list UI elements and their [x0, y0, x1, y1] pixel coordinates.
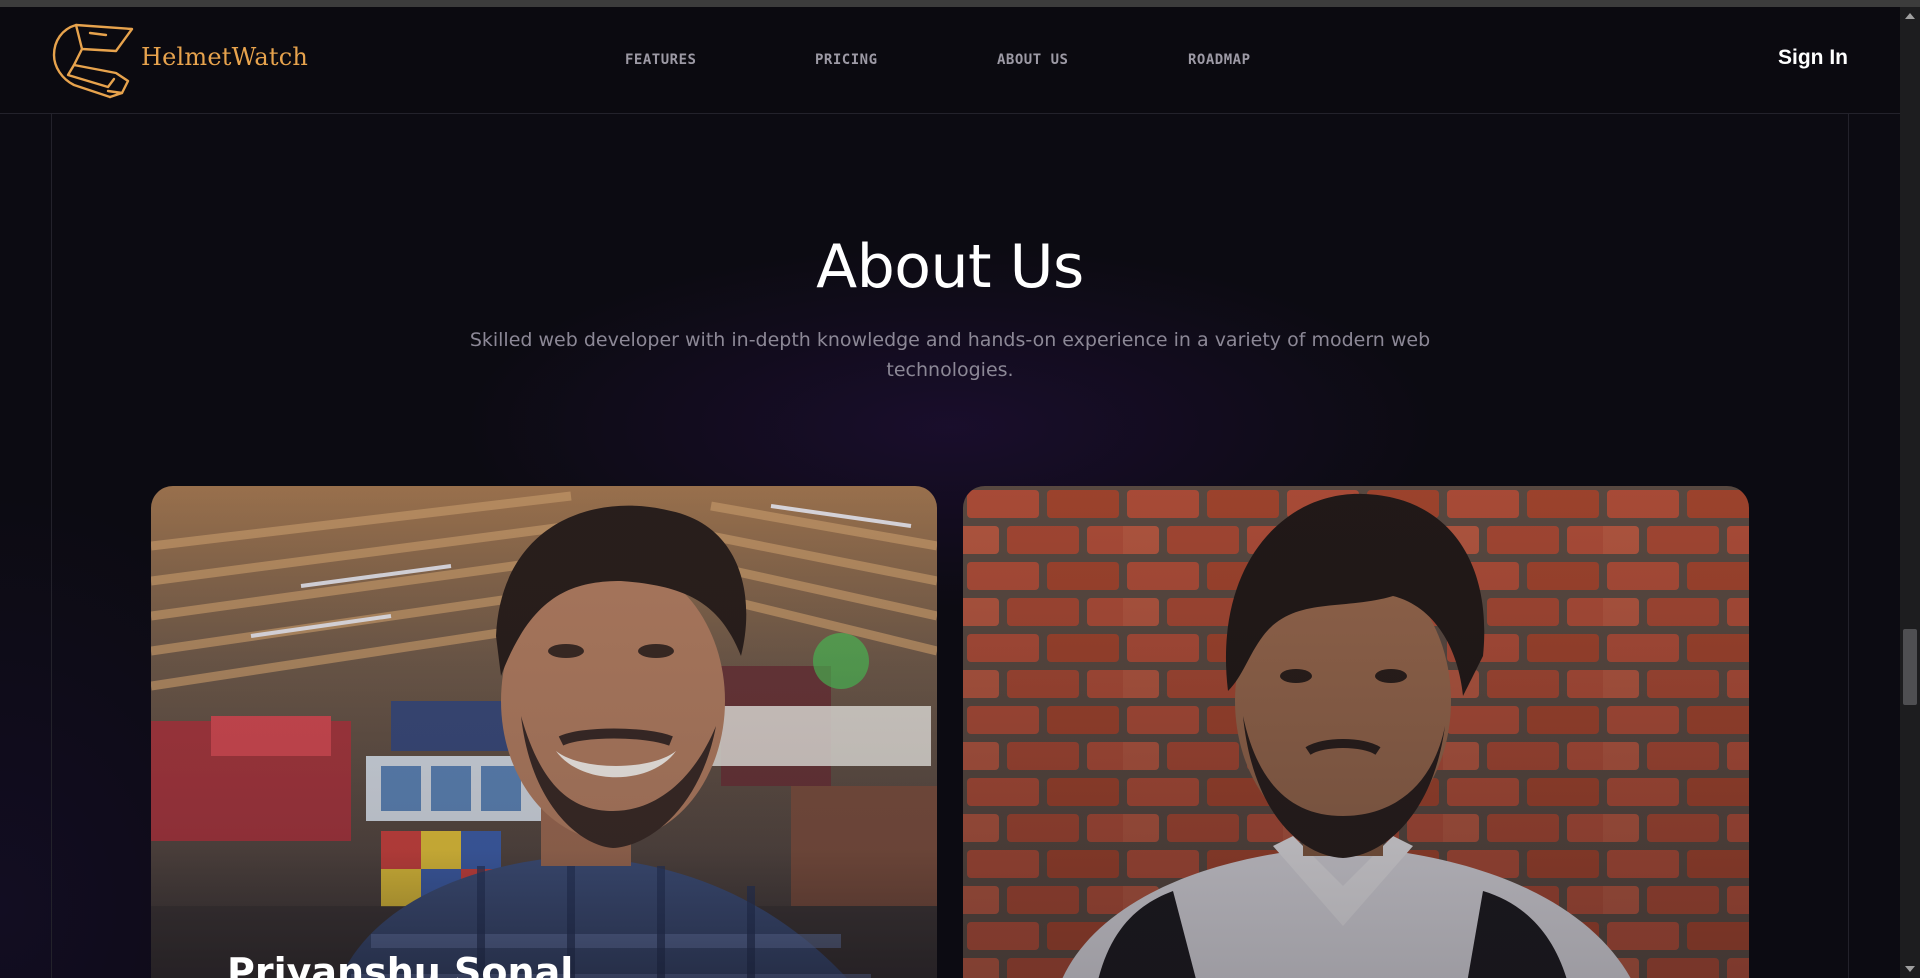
nav-link-roadmap[interactable]: ROADMAP [1188, 52, 1251, 68]
scroll-down-arrow-icon[interactable] [1905, 966, 1915, 972]
sign-in-button[interactable]: Sign In [1778, 46, 1848, 70]
helmet-icon[interactable] [52, 21, 136, 101]
scroll-up-arrow-icon[interactable] [1905, 13, 1915, 19]
nav-link-pricing[interactable]: PRICING [815, 52, 878, 68]
team-photo-1 [151, 486, 937, 978]
team-member-name-1: Priyanshu Sonal [227, 950, 574, 978]
brand-name[interactable]: HelmetWatch [141, 43, 308, 71]
team-card-2[interactable] [963, 486, 1749, 978]
section-subtitle: Skilled web developer with in-depth know… [469, 329, 1431, 381]
nav-link-about-us[interactable]: ABOUT US [997, 52, 1068, 68]
team-photo-2 [963, 486, 1749, 978]
nav-link-features[interactable]: FEATURES [625, 52, 696, 68]
scrollbar-thumb[interactable] [1903, 629, 1917, 705]
section-title: About Us [816, 232, 1084, 302]
page: HelmetWatch FEATURES PRICING ABOUT US RO… [0, 7, 1900, 978]
browser-top-strip [0, 0, 1920, 7]
page-scrollbar[interactable] [1900, 7, 1920, 978]
team-card-1[interactable]: Priyanshu Sonal [151, 486, 937, 978]
navbar: HelmetWatch FEATURES PRICING ABOUT US RO… [0, 7, 1900, 114]
